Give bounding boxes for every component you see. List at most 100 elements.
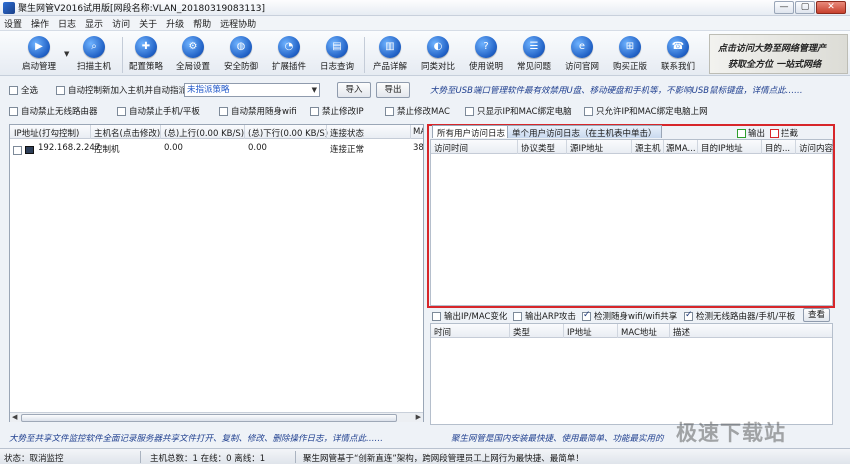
column-divider[interactable] [326, 125, 327, 139]
output-ip-mac-change-checkbox[interactable]: 输出IP/MAC变化 [432, 310, 507, 322]
allow-bound-only-checkbox[interactable]: 只允许IP和MAC绑定电脑上网 [584, 105, 708, 117]
minimize-button[interactable]: — [774, 1, 794, 14]
contact-button[interactable]: ☎ 联系我们 [653, 34, 703, 76]
import-button[interactable]: 导入 [337, 82, 371, 98]
menu-help[interactable]: 帮助 [193, 17, 211, 30]
column-download[interactable]: (总)下行(0.00 KB/S) [248, 127, 328, 139]
detect-router-phone-checkbox[interactable]: 检测无线路由器/手机/平板 [684, 310, 795, 322]
column-divider[interactable] [517, 140, 518, 154]
column-divider[interactable] [90, 125, 91, 139]
checkbox-box[interactable] [117, 106, 126, 116]
security-defense-button[interactable]: ◍ 安全防御 [216, 34, 266, 76]
extensions-button[interactable]: ◔ 扩展插件 [264, 34, 314, 76]
output-arp-attack-checkbox[interactable]: 输出ARP攻击 [513, 310, 576, 322]
checkbox-box[interactable] [684, 310, 693, 321]
auto-control-checkbox[interactable]: 自动控制新加入主机并自动指派 [56, 84, 187, 96]
row-hostname[interactable]: 控制机 [94, 143, 120, 155]
column-divider[interactable] [631, 140, 632, 154]
tab-single-user-log[interactable]: 单个用户访问日志（在主机表中单击） [507, 125, 662, 139]
column-divider[interactable] [160, 125, 161, 139]
compare-button[interactable]: ◐ 同类对比 [413, 34, 463, 76]
ticker-bottom-right[interactable]: 聚生网管是国内安装最快捷、使用最简单、功能最实用的 [451, 432, 850, 444]
menu-visit[interactable]: 访问 [112, 17, 130, 30]
select-all-checkbox[interactable]: 全选 [9, 84, 38, 96]
column-divider[interactable] [795, 140, 796, 154]
auto-block-router-checkbox[interactable]: 自动禁止无线路由器 [9, 105, 98, 117]
column-divider[interactable] [410, 125, 411, 139]
column-divider[interactable] [566, 140, 567, 154]
export-button[interactable]: 导出 [376, 82, 410, 98]
block-ip-change-checkbox[interactable]: 禁止修改IP [310, 105, 364, 117]
column-dest-other[interactable]: 目的... [765, 142, 790, 154]
product-details-button[interactable]: ▥ 产品详解 [365, 34, 415, 76]
column-divider[interactable] [669, 324, 670, 338]
checkbox-box[interactable] [310, 106, 319, 116]
column-divider[interactable] [761, 140, 762, 154]
menu-display[interactable]: 显示 [85, 17, 103, 30]
column-type[interactable]: 类型 [513, 326, 530, 338]
column-access-time[interactable]: 访问时间 [434, 142, 468, 154]
close-button[interactable]: ✕ [816, 1, 846, 14]
scroll-left-icon[interactable]: ◀ [12, 413, 17, 421]
column-protocol[interactable]: 协议类型 [521, 142, 555, 154]
scrollbar-thumb[interactable] [21, 414, 397, 422]
scroll-right-icon[interactable]: ▶ [416, 413, 421, 421]
column-divider[interactable] [617, 324, 618, 338]
column-ip[interactable]: IP地址(打勾控制) [14, 127, 79, 139]
faq-button[interactable]: ☰ 常见问题 [509, 34, 559, 76]
checkbox-box[interactable] [584, 106, 593, 116]
column-mac-address[interactable]: MAC地址 [621, 326, 657, 338]
auto-block-phone-checkbox[interactable]: 自动禁止手机/平板 [117, 105, 200, 117]
view-button[interactable]: 查看 [803, 308, 830, 322]
checkbox-box[interactable] [13, 146, 22, 155]
column-hostname[interactable]: 主机名(点击修改) [94, 127, 160, 139]
maximize-button[interactable]: ▢ [795, 1, 815, 14]
horizontal-scrollbar[interactable]: ◀ ▶ [10, 412, 423, 422]
column-access-content[interactable]: 访问内容 [799, 142, 833, 154]
buy-button[interactable]: ⊞ 购买正版 [605, 34, 655, 76]
column-divider[interactable] [509, 324, 510, 338]
column-dest-ip[interactable]: 目的IP地址 [701, 142, 743, 154]
checkbox-box[interactable] [56, 85, 65, 95]
global-settings-button[interactable]: ⚙ 全局设置 [168, 34, 218, 76]
log-query-button[interactable]: ▤ 日志查询 [312, 34, 362, 76]
official-site-button[interactable]: e 访问官网 [557, 34, 607, 76]
checkbox-box[interactable] [9, 106, 18, 116]
column-divider[interactable] [244, 125, 245, 139]
checkbox-box[interactable] [219, 106, 228, 116]
menu-about[interactable]: 关于 [139, 17, 157, 30]
column-description[interactable]: 描述 [673, 326, 690, 338]
column-divider[interactable] [697, 140, 698, 154]
checkbox-box[interactable] [385, 106, 394, 116]
menu-settings[interactable]: 设置 [4, 17, 22, 30]
column-source-ip[interactable]: 源IP地址 [570, 142, 603, 154]
column-source-mac[interactable]: 源MA... [666, 142, 696, 154]
column-mac[interactable]: MA [413, 127, 423, 137]
auto-disable-wifi-checkbox[interactable]: 自动禁用随身wifi [219, 105, 297, 117]
chevron-down-icon[interactable]: ▼ [312, 84, 317, 96]
checkbox-box[interactable] [465, 106, 474, 116]
column-ip-address[interactable]: IP地址 [567, 326, 592, 338]
column-status[interactable]: 连接状态 [330, 127, 364, 139]
checkbox-box[interactable] [582, 310, 591, 321]
checkbox-box[interactable] [432, 311, 441, 321]
column-time[interactable]: 时间 [434, 326, 451, 338]
column-divider[interactable] [563, 324, 564, 338]
menu-upgrade[interactable]: 升级 [166, 17, 184, 30]
menu-operation[interactable]: 操作 [31, 17, 49, 30]
instructions-button[interactable]: ? 使用说明 [461, 34, 511, 76]
checkbox-box[interactable] [513, 311, 522, 321]
tab-all-user-log[interactable]: 所有用户访问日志 [432, 125, 511, 139]
checkbox-box[interactable] [9, 85, 18, 95]
strategy-select[interactable]: 未指派策略 ▼ [184, 83, 320, 97]
detect-wifi-share-checkbox[interactable]: 检测随身wifi/wifi共享 [582, 310, 677, 322]
column-divider[interactable] [663, 140, 664, 154]
ticker-top[interactable]: 大势至USB端口管理软件最有效禁用U盘、移动硬盘和手机等，不影响USB鼠标键盘，… [430, 84, 850, 96]
ticker-bottom-left[interactable]: 大势至共享文件监控软件全面记录服务器共享文件打开、复制、修改、删除操作日志，详情… [9, 432, 424, 444]
block-mac-change-checkbox[interactable]: 禁止修改MAC [385, 105, 450, 117]
menu-log[interactable]: 日志 [58, 17, 76, 30]
config-policy-button[interactable]: ✚ 配置策略 [121, 34, 171, 76]
start-management-button[interactable]: ▶ 启动管理 [14, 34, 64, 76]
column-source-host[interactable]: 源主机 [635, 142, 661, 154]
menu-remote-assist[interactable]: 远程协助 [220, 17, 256, 30]
